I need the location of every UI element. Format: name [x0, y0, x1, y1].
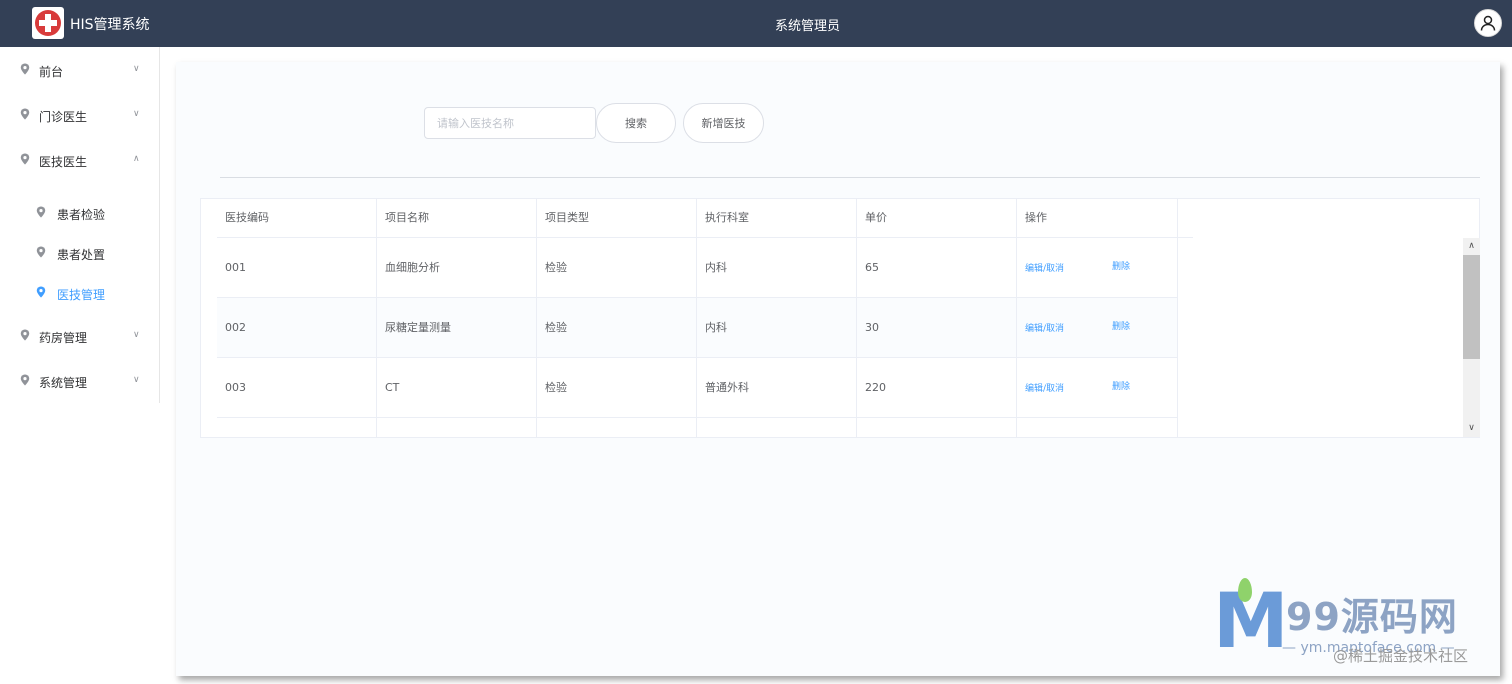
user-name: 系统管理员	[775, 19, 841, 34]
table-row-partial	[217, 418, 1178, 438]
cell-empty	[377, 418, 537, 438]
edit-link[interactable]: 编辑	[1025, 324, 1043, 334]
cancel-link[interactable]: /取消	[1043, 384, 1064, 394]
data-table: 医技编码 项目名称 项目类型 执行科室 单价 操作 001 血细胞分析 检验 内…	[200, 198, 1480, 438]
column-header: 医技编码	[217, 199, 377, 237]
sidebar-item-medical-tech-doctor[interactable]: 医技医生 ∧	[0, 137, 159, 182]
cancel-link[interactable]: /取消	[1043, 264, 1064, 274]
table-row: 001 血细胞分析 检验 内科 65 编辑/取消 删除	[217, 238, 1178, 298]
sidebar: 前台 ∨ 门诊医生 ∨ 医技医生 ∧ 患者检验 患者处置 医技管理 药房管理 ∨…	[0, 47, 160, 403]
sidebar-item-label: 医技医生	[39, 155, 88, 169]
sidebar-item-label: 药房管理	[39, 331, 88, 345]
location-pin-icon	[20, 153, 30, 165]
table-header: 医技编码 项目名称 项目类型 执行科室 单价 操作	[217, 199, 1193, 238]
column-header: 单价	[857, 199, 1017, 237]
cell-actions: 编辑/取消 删除	[1017, 238, 1178, 297]
sidebar-subitem-patient-disposal[interactable]: 患者处置	[0, 233, 159, 273]
delete-link[interactable]: 删除	[1112, 238, 1130, 297]
location-pin-icon	[20, 63, 30, 75]
location-pin-icon	[36, 206, 46, 218]
logo	[32, 7, 64, 39]
watermark-credit: @稀土掘金技术社区	[1333, 647, 1469, 665]
divider	[220, 177, 1480, 178]
cell-actions: 编辑/取消 删除	[1017, 298, 1178, 357]
sidebar-item-label: 系统管理	[39, 376, 88, 390]
cell-type: 检验	[537, 298, 697, 357]
table-row: 002 尿糖定量测量 检验 内科 30 编辑/取消 删除	[217, 298, 1178, 358]
avatar[interactable]	[1474, 9, 1502, 37]
scrollbar-thumb[interactable]	[1463, 255, 1480, 359]
cell-actions: 编辑/取消 删除	[1017, 358, 1178, 417]
cell-dept: 内科	[697, 298, 857, 357]
sidebar-item-system[interactable]: 系统管理 ∨	[0, 358, 159, 403]
location-pin-icon	[20, 374, 30, 386]
edit-link[interactable]: 编辑	[1025, 264, 1043, 274]
top-header: HIS管理系统 系统管理员	[0, 0, 1512, 47]
cell-code: 003	[217, 358, 377, 417]
search-button[interactable]: 搜索	[596, 103, 676, 143]
cell-dept: 普通外科	[697, 358, 857, 417]
sidebar-item-pharmacy[interactable]: 药房管理 ∨	[0, 313, 159, 358]
cell-code: 001	[217, 238, 377, 297]
user-icon	[1480, 15, 1496, 31]
column-header: 项目类型	[537, 199, 697, 237]
cell-dept: 内科	[697, 238, 857, 297]
sidebar-item-outpatient-doctor[interactable]: 门诊医生 ∨	[0, 92, 159, 137]
edit-link[interactable]: 编辑	[1025, 384, 1043, 394]
sidebar-subitem-label: 患者处置	[57, 248, 106, 262]
location-pin-icon	[20, 108, 30, 120]
watermark-title: 99源码网	[1286, 595, 1458, 639]
sidebar-item-label: 前台	[39, 65, 64, 79]
sidebar-subitem-tech-management[interactable]: 医技管理	[0, 273, 159, 313]
table-row: 003 CT 检验 普通外科 220 编辑/取消 删除	[217, 358, 1178, 418]
sidebar-subitem-patient-exam[interactable]: 患者检验	[0, 193, 159, 233]
add-tech-button[interactable]: 新增医技	[683, 103, 764, 143]
sidebar-subitem-label: 患者检验	[57, 208, 106, 222]
cancel-link[interactable]: /取消	[1043, 324, 1064, 334]
cell-code: 002	[217, 298, 377, 357]
cell-empty	[537, 418, 697, 438]
medical-cross-icon	[35, 10, 61, 36]
scroll-down-icon[interactable]: ∨	[1463, 420, 1480, 437]
watermark-drop-icon	[1238, 578, 1252, 602]
cell-price: 65	[857, 238, 1017, 297]
scroll-up-icon[interactable]: ∧	[1463, 238, 1480, 255]
cell-type: 检验	[537, 358, 697, 417]
chevron-down-icon: ∨	[133, 375, 140, 385]
column-header: 执行科室	[697, 199, 857, 237]
location-pin-icon	[36, 246, 46, 258]
cell-empty	[697, 418, 857, 438]
sidebar-item-front-desk[interactable]: 前台 ∨	[0, 47, 159, 92]
cell-empty	[1017, 418, 1178, 438]
cell-price: 220	[857, 358, 1017, 417]
search-input[interactable]	[424, 107, 596, 139]
sidebar-subitem-label: 医技管理	[57, 288, 106, 302]
sidebar-item-label: 门诊医生	[39, 110, 88, 124]
cell-name: 尿糖定量测量	[377, 298, 537, 357]
cell-name: 血细胞分析	[377, 238, 537, 297]
cell-empty	[857, 418, 1017, 438]
cell-name: CT	[377, 358, 537, 417]
location-pin-icon	[36, 286, 46, 298]
cell-type: 检验	[537, 238, 697, 297]
cell-empty	[217, 418, 377, 438]
cell-price: 30	[857, 298, 1017, 357]
chevron-down-icon: ∨	[133, 64, 140, 74]
column-header: 操作	[1017, 199, 1178, 237]
column-header: 项目名称	[377, 199, 537, 237]
chevron-down-icon: ∨	[133, 109, 140, 119]
app-title: HIS管理系统	[70, 17, 150, 33]
chevron-up-icon: ∧	[133, 154, 140, 164]
delete-link[interactable]: 删除	[1112, 358, 1130, 417]
delete-link[interactable]: 删除	[1112, 298, 1130, 357]
location-pin-icon	[20, 329, 30, 341]
chevron-down-icon: ∨	[133, 330, 140, 340]
